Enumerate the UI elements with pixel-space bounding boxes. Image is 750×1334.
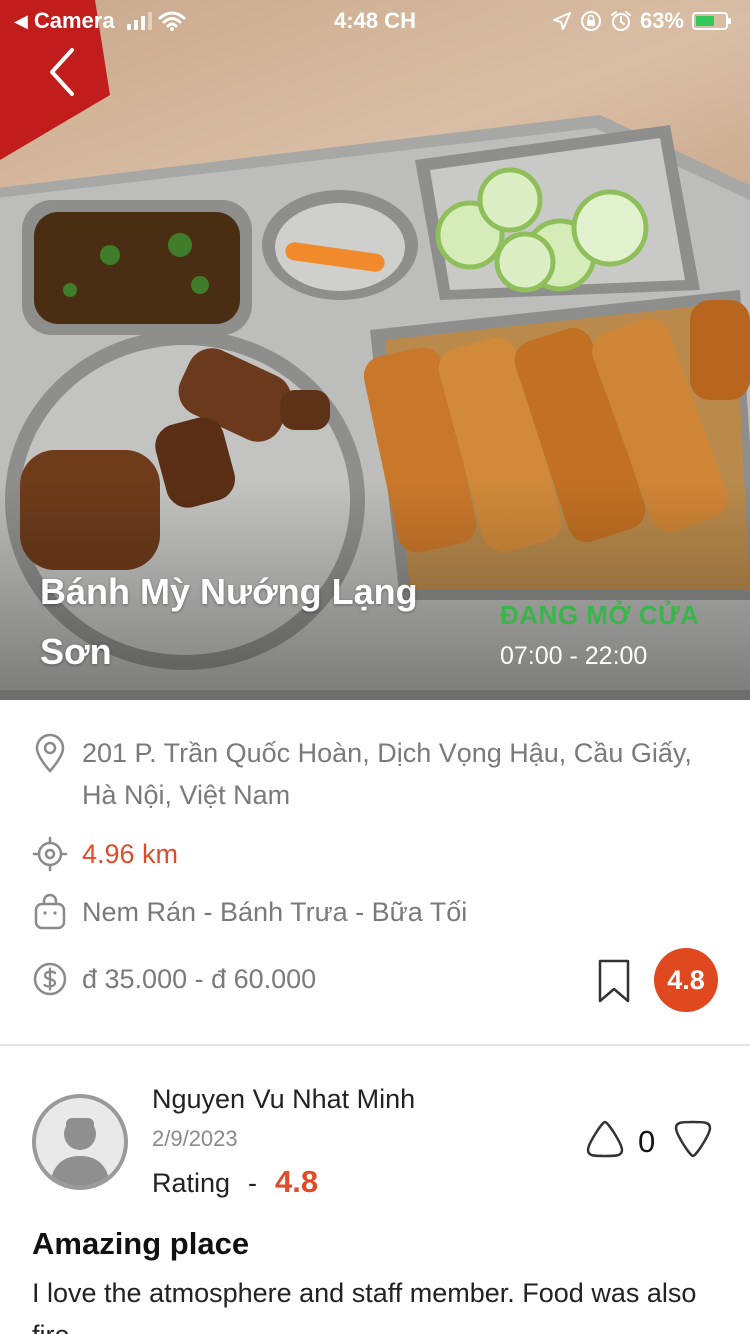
back-icon[interactable] (40, 44, 90, 100)
price-text: đ 35.000 - đ 60.000 (82, 964, 317, 994)
review-date: 2/9/2023 (152, 1126, 238, 1151)
vote-count: 0 (638, 1124, 656, 1159)
crosshair-icon (32, 833, 68, 875)
address-text: 201 P. Trần Quốc Hoàn, Dịch Vọng Hậu, Cầ… (82, 738, 692, 810)
hero-image: ◀ Camera 4:48 CH 63% Bánh Mỳ Nướng Lạng … (0, 0, 750, 700)
reviewer-name: Nguyen Vu Nhat Minh (152, 1084, 416, 1114)
open-status: ĐANG MỞ CỬA (500, 600, 700, 630)
rating-separator: - (248, 1168, 258, 1198)
avatar (32, 1094, 128, 1190)
category-text: Nem Rán - Bánh Trưa - Bữa Tối (82, 897, 468, 927)
arrow-up-icon[interactable] (584, 1118, 626, 1160)
address-row: 201 P. Trần Quốc Hoàn, Dịch Vọng Hậu, Cầ… (32, 732, 692, 816)
opening-hours: 07:00 - 22:00 (500, 642, 648, 670)
battery-percent: 63% (639, 8, 684, 33)
status-right: 63% (552, 8, 731, 34)
alarm-icon (610, 11, 631, 31)
distance-row: 4.96 km (32, 833, 178, 875)
rating-value: 4.8 (275, 1164, 319, 1199)
price-row: đ 35.000 - đ 60.000 (32, 958, 316, 1000)
arrow-down-icon[interactable] (672, 1118, 714, 1160)
user-silhouette-icon (50, 1118, 110, 1186)
rating-badge: 4.8 (654, 948, 718, 1012)
status-bar: ◀ Camera 4:48 CH 63% (0, 0, 750, 40)
restaurant-name: Bánh Mỳ Nướng Lạng Sơn (40, 571, 418, 672)
category-row: Nem Rán - Bánh Trưa - Bữa Tối (32, 891, 467, 933)
review-card: Nguyen Vu Nhat Minh 2/9/2023 Rating - 4.… (0, 1046, 750, 1334)
location-arrow-icon (552, 12, 571, 30)
restaurant-info: 201 P. Trần Quốc Hoàn, Dịch Vọng Hậu, Cầ… (0, 700, 750, 1045)
distance-text: 4.96 km (82, 839, 179, 869)
review-body: I love the atmosphere and staff member. … (32, 1278, 697, 1334)
bookmark-icon[interactable] (596, 958, 632, 1004)
location-pin-icon (32, 732, 68, 774)
dollar-icon (32, 958, 68, 1000)
battery-icon (692, 12, 731, 30)
bag-icon (32, 891, 68, 933)
review-rating: Rating - 4.8 (152, 1164, 318, 1200)
rotation-lock-icon (580, 11, 601, 31)
review-title: Amazing place (32, 1226, 250, 1261)
rating-label: Rating (152, 1168, 231, 1198)
